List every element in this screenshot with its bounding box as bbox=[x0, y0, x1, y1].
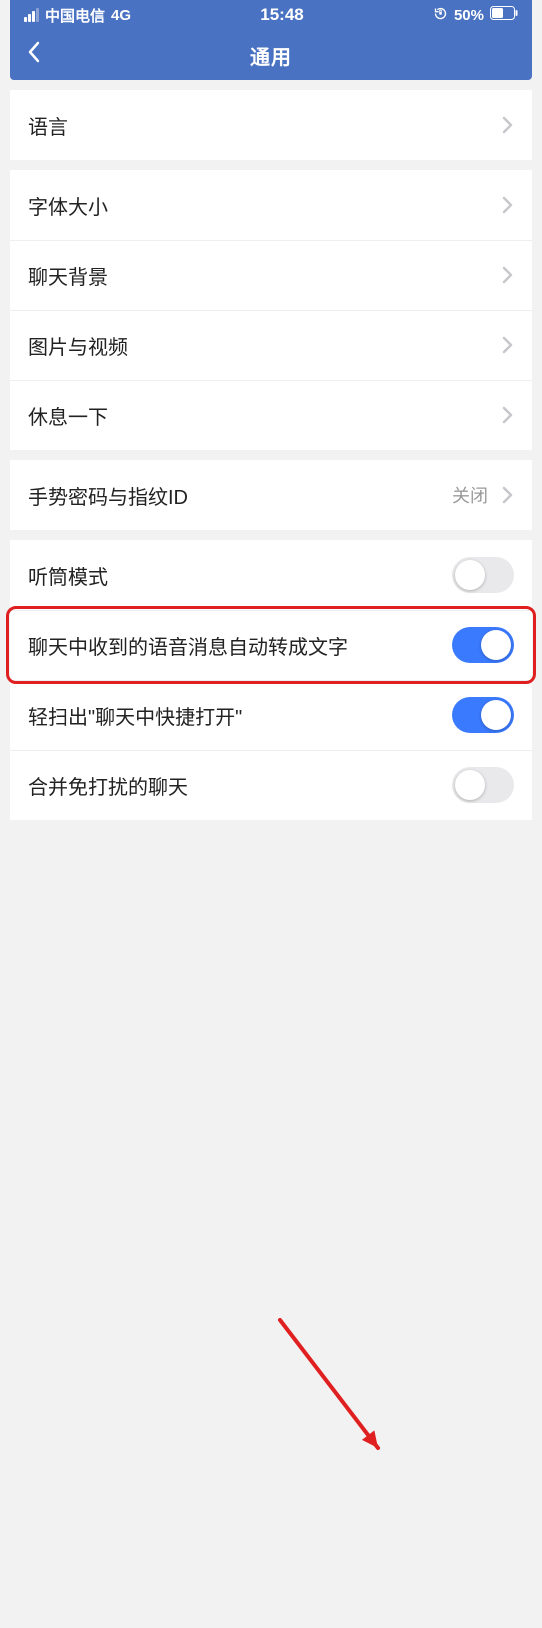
cell-label: 休息一下 bbox=[28, 401, 108, 430]
cell-label: 听筒模式 bbox=[28, 561, 108, 590]
chevron-right-icon bbox=[502, 485, 514, 505]
nav-bar: 通用 bbox=[18, 30, 524, 80]
carrier-label: 中国电信 bbox=[45, 5, 105, 26]
cell-gesture-touchid[interactable]: 手势密码与指纹ID 关闭 bbox=[10, 460, 532, 530]
cell-font-size[interactable]: 字体大小 bbox=[10, 170, 532, 240]
toggle-knob bbox=[455, 770, 485, 800]
cell-label: 轻扫出"聊天中快捷打开" bbox=[28, 701, 242, 730]
settings-section: 听筒模式聊天中收到的语音消息自动转成文字轻扫出"聊天中快捷打开" 合并免打扰的聊天 bbox=[10, 540, 532, 820]
toggle-swipe-quick-open[interactable] bbox=[452, 697, 514, 733]
chevron-right-icon bbox=[502, 265, 514, 285]
cell-photo-video[interactable]: 图片与视频 bbox=[10, 310, 532, 380]
cell-label: 语言 bbox=[28, 111, 68, 140]
chevron-right-icon bbox=[502, 115, 514, 135]
toggle-merge-dnd-chats[interactable] bbox=[452, 767, 514, 803]
back-button[interactable] bbox=[26, 40, 42, 71]
toggle-knob bbox=[481, 700, 511, 730]
clock: 15:48 bbox=[260, 5, 303, 25]
header: 中国电信 4G 15:48 50% bbox=[10, 0, 532, 80]
cell-label: 字体大小 bbox=[28, 191, 108, 220]
page-title: 通用 bbox=[250, 41, 292, 70]
settings-section: 字体大小聊天背景图片与视频休息一下 bbox=[10, 170, 532, 450]
cell-value: 关闭 bbox=[452, 482, 488, 508]
cell-voice-to-text[interactable]: 聊天中收到的语音消息自动转成文字 bbox=[10, 610, 532, 680]
toggle-earpiece-mode[interactable] bbox=[452, 557, 514, 593]
toggle-voice-to-text[interactable] bbox=[452, 627, 514, 663]
cell-earpiece-mode[interactable]: 听筒模式 bbox=[10, 540, 532, 610]
orientation-lock-icon bbox=[433, 6, 448, 25]
cell-label: 图片与视频 bbox=[28, 331, 128, 360]
cell-label: 手势密码与指纹ID bbox=[28, 481, 188, 510]
cell-swipe-quick-open[interactable]: 轻扫出"聊天中快捷打开" bbox=[10, 680, 532, 750]
cell-chat-bg[interactable]: 聊天背景 bbox=[10, 240, 532, 310]
toggle-knob bbox=[481, 630, 511, 660]
battery-pct: 50% bbox=[454, 7, 484, 24]
annotation-arrow bbox=[0, 830, 542, 1628]
settings-list: 语言字体大小聊天背景图片与视频休息一下手势密码与指纹ID 关闭听筒模式聊天中收到的… bbox=[0, 90, 542, 820]
cell-take-break[interactable]: 休息一下 bbox=[10, 380, 532, 450]
cell-label: 聊天背景 bbox=[28, 261, 108, 290]
cell-label: 合并免打扰的聊天 bbox=[28, 771, 188, 800]
settings-section: 语言 bbox=[10, 90, 532, 160]
settings-section: 手势密码与指纹ID 关闭 bbox=[10, 460, 532, 530]
cell-merge-dnd-chats[interactable]: 合并免打扰的聊天 bbox=[10, 750, 532, 820]
cell-label: 聊天中收到的语音消息自动转成文字 bbox=[28, 631, 348, 660]
signal-icon bbox=[24, 8, 39, 22]
status-bar: 中国电信 4G 15:48 50% bbox=[18, 0, 524, 30]
chevron-right-icon bbox=[502, 335, 514, 355]
network-label: 4G bbox=[111, 7, 131, 24]
chevron-right-icon bbox=[502, 405, 514, 425]
chevron-right-icon bbox=[502, 195, 514, 215]
battery-icon bbox=[490, 6, 518, 24]
toggle-knob bbox=[455, 560, 485, 590]
cell-language[interactable]: 语言 bbox=[10, 90, 532, 160]
